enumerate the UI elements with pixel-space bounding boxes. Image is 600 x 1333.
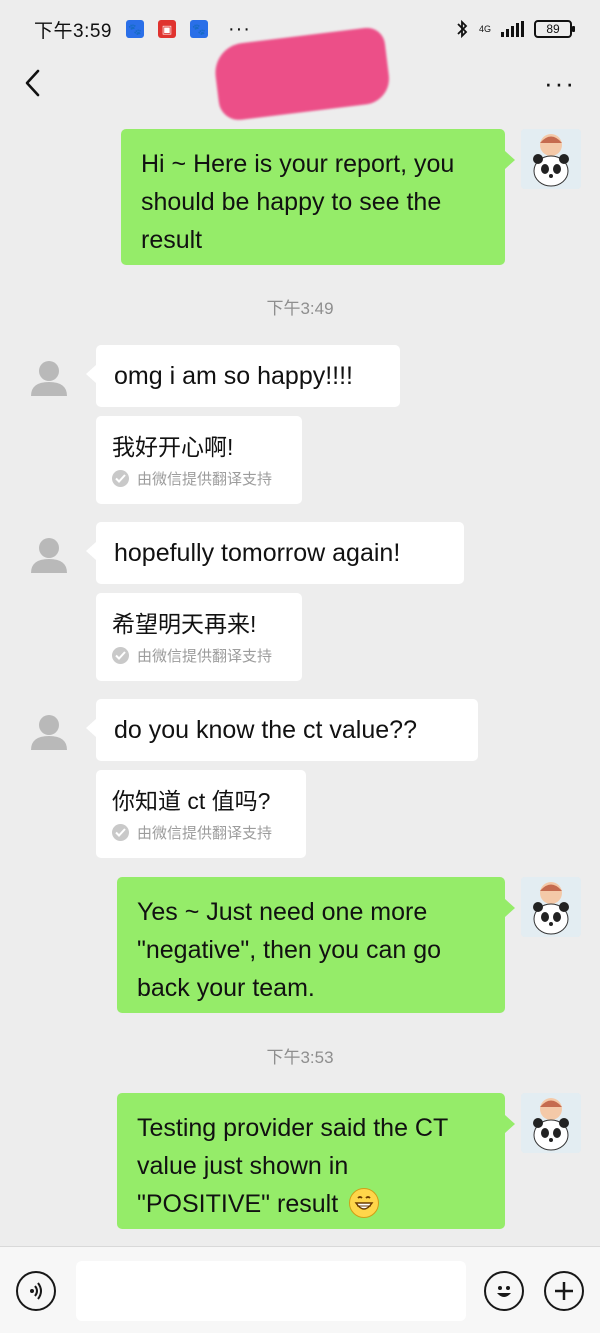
message-text: do you know the ct value??	[114, 716, 417, 744]
chat-header: ···	[0, 25, 600, 123]
message-bubble-outgoing[interactable]: Testing provider said the CT value just …	[117, 1093, 515, 1229]
emoji-button[interactable]	[484, 1271, 524, 1311]
translation-card[interactable]: 希望明天再来! 由微信提供翻译支持	[96, 593, 302, 681]
more-dots-icon: ···	[544, 68, 576, 98]
message-bubble-incoming[interactable]: do you know the ct value??	[86, 699, 478, 761]
message-bubble-incoming[interactable]: hopefully tomorrow again!	[86, 522, 464, 584]
smiley-icon	[497, 1286, 511, 1297]
check-icon	[112, 824, 129, 841]
avatar-self[interactable]	[521, 129, 581, 189]
chevron-left-icon	[25, 69, 40, 97]
chat-more-button[interactable]: ···	[544, 68, 576, 98]
translation-card[interactable]: 我好开心啊! 由微信提供翻译支持	[96, 416, 302, 504]
translation-credit: 由微信提供翻译支持	[112, 468, 286, 489]
avatar-contact[interactable]	[27, 356, 71, 400]
bluetooth-icon	[457, 19, 468, 39]
translation-card[interactable]: 你知道 ct 值吗? 由微信提供翻译支持	[96, 770, 306, 858]
translation-credit-label: 由微信提供翻译支持	[137, 471, 273, 488]
default-user-icon	[31, 715, 67, 750]
avatar-self[interactable]	[521, 1093, 581, 1153]
back-button[interactable]	[18, 63, 48, 103]
panda-avatar-icon	[521, 129, 581, 189]
panda-avatar-icon	[521, 877, 581, 937]
status-more-notifications: ···	[227, 17, 251, 40]
message-timestamp: 下午3:49	[266, 299, 334, 318]
message-text: hopefully tomorrow again!	[114, 539, 401, 567]
message-input[interactable]	[76, 1261, 466, 1321]
translation-credit: 由微信提供翻译支持	[112, 822, 290, 843]
default-user-icon	[31, 361, 67, 396]
baidu-paw-icon: 🐾	[125, 20, 144, 38]
chat-input-bar	[0, 1246, 600, 1333]
more-functions-button[interactable]	[544, 1271, 584, 1311]
battery-icon: 89	[534, 20, 575, 38]
avatar-contact[interactable]	[27, 533, 71, 577]
message-text: Testing provider said the CT value just …	[137, 1114, 448, 1218]
panda-avatar-icon	[521, 1093, 581, 1153]
message-bubble-outgoing[interactable]: Yes ~ Just need one more "negative", the…	[117, 877, 515, 1013]
network-type: 4G	[478, 23, 491, 34]
network-indicator: 4G	[478, 23, 491, 34]
translation-credit-label: 由微信提供翻译支持	[137, 825, 273, 842]
check-icon	[112, 647, 129, 664]
message-bubble-incoming[interactable]: omg i am so happy!!!!	[86, 345, 400, 407]
voice-button[interactable]	[16, 1271, 56, 1311]
avatar-contact[interactable]	[27, 710, 71, 754]
signal-icon	[501, 21, 524, 37]
plus-icon	[555, 1282, 573, 1300]
translation-text: 我好开心啊!	[112, 434, 234, 460]
grinning-emoji-icon	[349, 1188, 380, 1218]
avatar-self[interactable]	[521, 877, 581, 937]
check-icon	[112, 470, 129, 487]
message-text: Hi ~ Here is your report, you should be …	[141, 150, 455, 254]
message-text: omg i am so happy!!!!	[114, 362, 354, 390]
translation-text: 你知道 ct 值吗?	[112, 788, 271, 814]
message-timestamp: 下午3:53	[266, 1048, 334, 1067]
voice-icon	[30, 1282, 42, 1300]
translation-text: 希望明天再来!	[112, 611, 257, 637]
translation-credit: 由微信提供翻译支持	[112, 645, 286, 666]
translation-credit-label: 由微信提供翻译支持	[137, 648, 273, 665]
status-time: 下午3:59	[34, 20, 112, 42]
baidu-paw-icon-2: 🐾	[189, 20, 208, 38]
battery-level: 89	[546, 22, 560, 36]
message-text: Yes ~ Just need one more "negative", the…	[137, 898, 442, 1002]
app-notification-icon: ▣	[157, 20, 176, 38]
default-user-icon	[31, 538, 67, 573]
message-bubble-outgoing[interactable]: Hi ~ Here is your report, you should be …	[121, 129, 515, 265]
